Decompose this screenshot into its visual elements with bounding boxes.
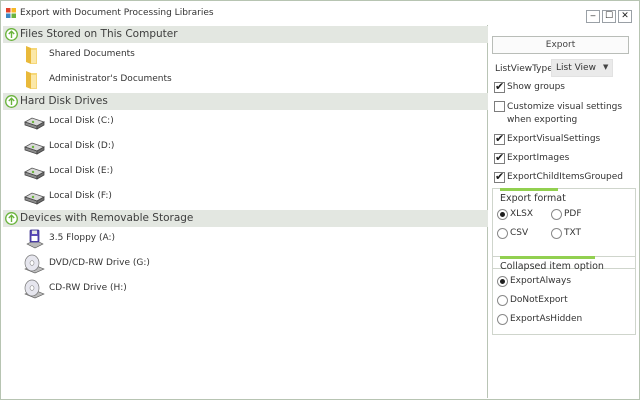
checkmark-icon: ✔: [495, 170, 505, 183]
listview-type-value: List View: [556, 63, 596, 73]
listview-type-dropdown[interactable]: List View ▼: [551, 59, 613, 77]
main-window: Export with Document Processing Librarie…: [0, 0, 640, 400]
collapse-arrow-icon[interactable]: [5, 212, 18, 225]
list-item-administrators-documents[interactable]: Administrator's Documents: [23, 69, 323, 91]
group-label: Hard Disk Drives: [20, 95, 108, 107]
hard-disk-icon: [24, 142, 45, 155]
close-icon: ✕: [621, 11, 629, 21]
maximize-icon: ☐: [604, 11, 614, 21]
list-item-floppy-a[interactable]: 3.5 Floppy (A:): [23, 228, 323, 250]
folder-icon: [26, 46, 37, 64]
settings-panel: Export ListViewType: List View ▼ ✔ Show …: [489, 25, 639, 398]
collapsed-item-option-group: Collapsed item option ExportAlways DoNot…: [492, 256, 636, 335]
list-item-local-disk-c[interactable]: Local Disk (C:): [23, 111, 323, 133]
radio-label: PDF: [564, 209, 582, 219]
radio-label: ExportAlways: [510, 276, 572, 286]
list-item-label: Local Disk (F:): [49, 191, 112, 201]
radio-label: DoNotExport: [510, 295, 568, 305]
collapse-arrow-icon[interactable]: [5, 28, 18, 41]
list-item-label: Local Disk (D:): [49, 141, 115, 151]
title-bar: Export with Document Processing Librarie…: [1, 1, 639, 25]
checkmark-icon: ✔: [495, 80, 505, 93]
list-item-label: DVD/CD-RW Drive (G:): [49, 258, 150, 268]
radio-label: TXT: [564, 228, 582, 238]
list-item-cd-rw-h[interactable]: CD-RW Drive (H:): [23, 278, 323, 300]
list-item-label: Shared Documents: [49, 49, 135, 59]
chevron-down-icon: ▼: [603, 63, 609, 71]
group-label: Files Stored on This Computer: [20, 28, 178, 40]
group-header-files-stored[interactable]: Files Stored on This Computer: [3, 26, 488, 43]
checkbox-label: Customize visual settings when exporting: [507, 102, 623, 125]
checkbox-box[interactable]: ✔: [494, 132, 505, 145]
window-title: Export with Document Processing Librarie…: [20, 8, 214, 18]
radio-selected-dot: [500, 279, 505, 284]
list-item-local-disk-d[interactable]: Local Disk (D:): [23, 136, 323, 158]
group-accent-bar: [500, 256, 595, 259]
export-format-title: Export format: [500, 193, 566, 204]
dvd-drive-icon: [24, 254, 45, 274]
list-item-shared-documents[interactable]: Shared Documents: [23, 44, 323, 66]
close-button[interactable]: ✕: [618, 10, 632, 23]
folder-icon: [26, 71, 37, 89]
checkbox-label: ExportVisualSettings: [507, 134, 601, 144]
checkbox-label: ExportImages: [507, 153, 570, 163]
hard-disk-icon: [24, 192, 45, 205]
radio-circle[interactable]: [497, 314, 508, 325]
radio-label: ExportAsHidden: [510, 314, 583, 324]
minimize-icon: ‒: [590, 11, 596, 21]
maximize-button[interactable]: ☐: [602, 10, 616, 23]
list-item-label: Local Disk (C:): [49, 116, 114, 126]
radio-circle[interactable]: [497, 209, 508, 220]
list-item-local-disk-f[interactable]: Local Disk (F:): [23, 186, 323, 208]
checkbox-box[interactable]: ✔: [494, 151, 505, 164]
hard-disk-icon: [24, 117, 45, 130]
checkbox-label: ExportChildItemsGrouped: [507, 172, 623, 182]
listview-type-label: ListViewType:: [495, 64, 556, 74]
list-item-dvd-cd-rw-g[interactable]: DVD/CD-RW Drive (G:): [23, 253, 323, 275]
group-header-removable-storage[interactable]: Devices with Removable Storage: [3, 210, 488, 227]
list-item-local-disk-e[interactable]: Local Disk (E:): [23, 161, 323, 183]
list-item-label: 3.5 Floppy (A:): [49, 233, 116, 243]
collapsed-item-option-title: Collapsed item option: [500, 261, 604, 272]
checkbox-label: Show groups: [507, 82, 565, 92]
list-item-label: CD-RW Drive (H:): [49, 283, 127, 293]
radio-label: XLSX: [510, 209, 534, 219]
list-item-label: Administrator's Documents: [49, 74, 172, 84]
minimize-button[interactable]: ‒: [586, 10, 600, 23]
group-label: Devices with Removable Storage: [20, 212, 194, 224]
checkbox-box[interactable]: ✔: [494, 80, 505, 93]
list-item-label: Local Disk (E:): [49, 166, 114, 176]
app-icon: [6, 8, 16, 18]
radio-circle[interactable]: [551, 209, 562, 220]
radio-selected-dot: [500, 212, 505, 217]
collapse-arrow-icon[interactable]: [5, 95, 18, 108]
radio-circle[interactable]: [497, 276, 508, 287]
export-button[interactable]: Export: [492, 36, 629, 54]
checkmark-icon: ✔: [495, 151, 505, 164]
group-accent-bar: [500, 188, 558, 191]
list-view[interactable]: Files Stored on This Computer Shared Doc…: [3, 25, 488, 398]
checkbox-box[interactable]: [494, 101, 505, 112]
radio-label: CSV: [510, 228, 529, 238]
group-header-hard-disk-drives[interactable]: Hard Disk Drives: [3, 93, 488, 110]
checkmark-icon: ✔: [495, 132, 505, 145]
radio-circle[interactable]: [497, 228, 508, 239]
checkbox-box[interactable]: ✔: [494, 170, 505, 183]
radio-circle[interactable]: [551, 228, 562, 239]
radio-circle[interactable]: [497, 295, 508, 306]
floppy-disk-icon: [26, 229, 44, 249]
cd-drive-icon: [24, 279, 45, 299]
hard-disk-icon: [24, 167, 45, 180]
